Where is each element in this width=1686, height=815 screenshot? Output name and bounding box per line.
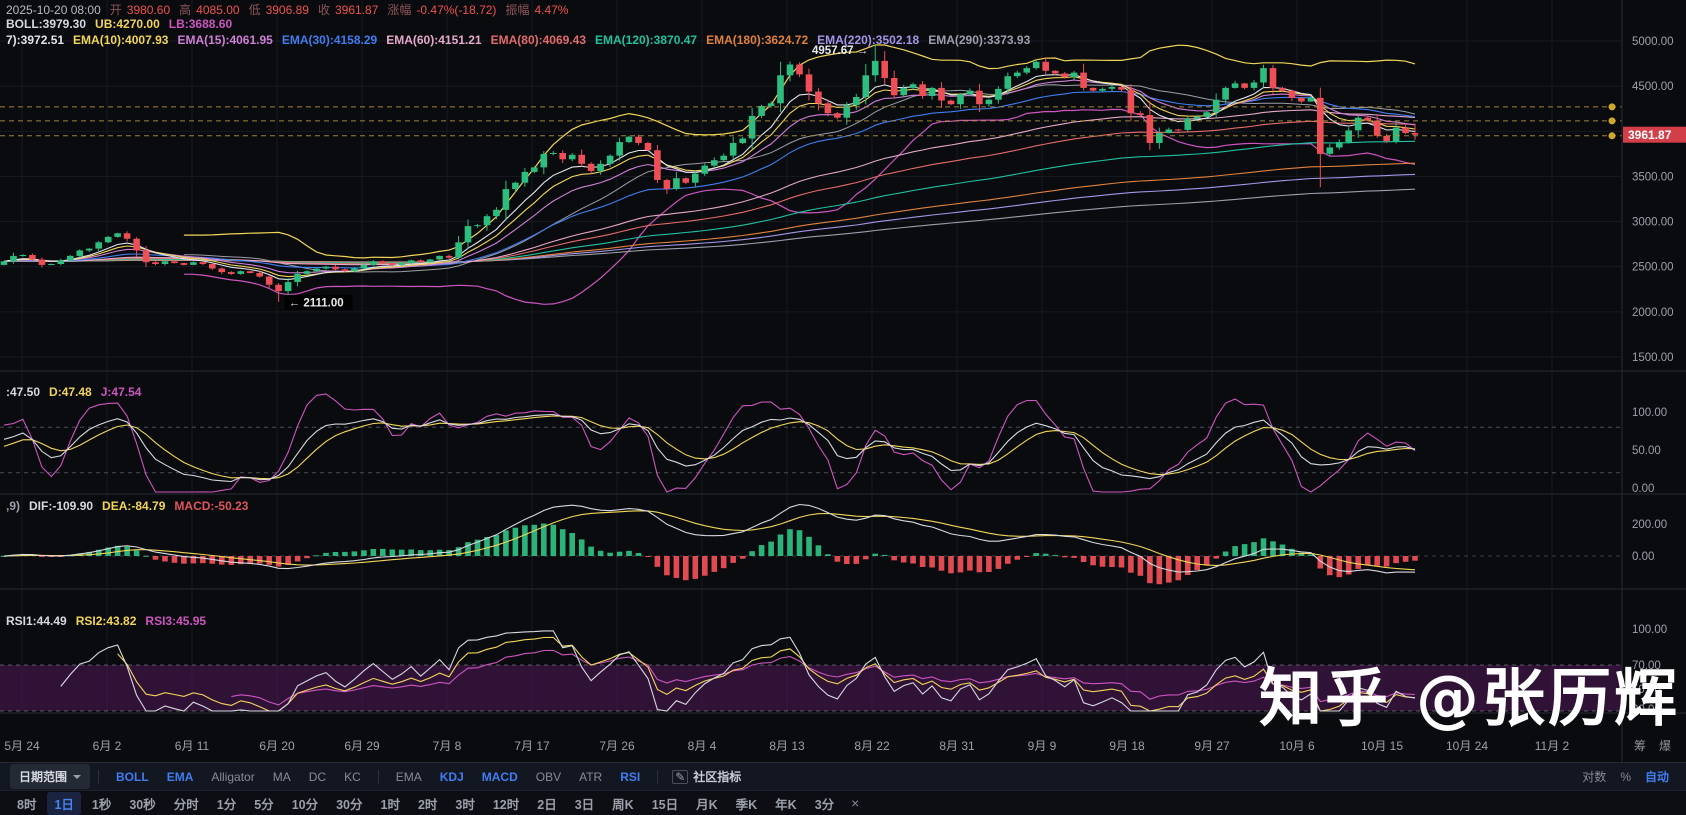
timeframe-bar: 8时1日1秒30秒分时1分5分10分30分1时2时3时12时2日3日周K15日月… — [0, 790, 1686, 815]
remove-interval-button[interactable]: × — [851, 795, 859, 811]
watermark: 知乎 @张历辉 — [1259, 648, 1680, 739]
scale-%[interactable]: % — [1620, 770, 1631, 784]
indicator-ema[interactable]: EMA — [167, 770, 194, 784]
svg-text:10月 24: 10月 24 — [1446, 739, 1488, 753]
svg-text:50.00: 50.00 — [1632, 445, 1661, 457]
svg-text:6月 2: 6月 2 — [93, 739, 122, 753]
timeframe-季K[interactable]: 季K — [729, 792, 765, 815]
time-axis[interactable]: 5月 24 6月 2 6月 11 6月 20 6月 29 7月 8 7月 17 7月 26 8月… — [4, 739, 1671, 753]
macd-pane — [0, 505, 1622, 585]
indicator-obv[interactable]: OBV — [536, 770, 561, 784]
timeframe-30秒[interactable]: 30秒 — [122, 792, 162, 815]
indicator-ma[interactable]: MA — [273, 770, 291, 784]
svg-text:4957.67 →: 4957.67 → — [812, 45, 868, 57]
chart-region[interactable]: 4957.67 →← 2111.005000.004500.004000.003… — [0, 0, 1686, 762]
timeframe-12时[interactable]: 12时 — [486, 792, 526, 815]
timeframe-3时[interactable]: 3时 — [448, 792, 481, 815]
svg-text:2000.00: 2000.00 — [1632, 307, 1674, 319]
indicator-rsi[interactable]: RSI — [620, 770, 640, 784]
svg-text:0.00: 0.00 — [1632, 483, 1654, 495]
svg-text:7月 17: 7月 17 — [514, 739, 550, 753]
svg-text:100.00: 100.00 — [1632, 407, 1667, 419]
svg-text:8月 13: 8月 13 — [769, 739, 805, 753]
indicator-toolbar: 日期范围 BOLL EMA Alligator MA DC KC EMA KDJ MACD OB… — [0, 762, 1686, 790]
svg-text:6月 11: 6月 11 — [175, 739, 210, 753]
alert-marker-icon — [1609, 132, 1616, 139]
timeframe-3日[interactable]: 3日 — [568, 792, 601, 815]
svg-text:3961.87: 3961.87 — [1628, 128, 1672, 142]
timeframe-1日[interactable]: 1日 — [47, 792, 80, 815]
timeframe-周K[interactable]: 周K — [605, 792, 641, 815]
svg-text:6月 20: 6月 20 — [259, 739, 295, 753]
divider — [378, 770, 379, 784]
svg-text:5月 24: 5月 24 — [4, 739, 40, 753]
scale-对数[interactable]: 对数 — [1582, 768, 1606, 785]
indicator-kdj[interactable]: KDJ — [440, 770, 464, 784]
date-range-label: 日期范围 — [19, 768, 67, 785]
svg-text:9月 18: 9月 18 — [1109, 739, 1145, 753]
svg-text:6月 29: 6月 29 — [344, 739, 380, 753]
timeframe-2时[interactable]: 2时 — [411, 792, 444, 815]
svg-text:3500.00: 3500.00 — [1632, 171, 1674, 183]
timeframe-3分[interactable]: 3分 — [808, 792, 841, 815]
svg-text:3000.00: 3000.00 — [1632, 217, 1674, 229]
svg-text:8月 4: 8月 4 — [688, 739, 717, 753]
indicator-dc[interactable]: DC — [309, 770, 326, 784]
edit-icon: ✎ — [672, 770, 688, 784]
timeframe-分时[interactable]: 分时 — [167, 792, 206, 815]
svg-text:9月 9: 9月 9 — [1028, 739, 1057, 753]
alert-marker-icon — [1609, 117, 1616, 124]
ema-lines — [4, 75, 1415, 280]
divider — [657, 770, 658, 784]
timeframe-10分[interactable]: 10分 — [285, 792, 325, 815]
svg-text:← 2111.00: ← 2111.00 — [289, 297, 344, 309]
alert-marker-icon — [1609, 103, 1616, 110]
svg-text:10月 6: 10月 6 — [1279, 739, 1315, 753]
timeframe-30分[interactable]: 30分 — [329, 792, 369, 815]
timeframe-年K[interactable]: 年K — [768, 792, 804, 815]
svg-text:200.00: 200.00 — [1632, 519, 1667, 531]
svg-text:11月 2: 11月 2 — [1535, 739, 1570, 753]
svg-text:0.00: 0.00 — [1632, 551, 1654, 563]
community-indicators-button[interactable]: ✎ 社区指标 — [672, 768, 741, 785]
community-indicators-label: 社区指标 — [693, 768, 741, 785]
timeframe-8时[interactable]: 8时 — [10, 792, 43, 815]
kdj-pane — [0, 394, 1622, 492]
date-range-button[interactable]: 日期范围 — [10, 764, 90, 789]
timeframe-2日[interactable]: 2日 — [530, 792, 563, 815]
timeframe-1秒[interactable]: 1秒 — [85, 792, 118, 815]
indicator-kc[interactable]: KC — [344, 770, 361, 784]
indicator-macd[interactable]: MACD — [482, 770, 518, 784]
timeframe-1分[interactable]: 1分 — [210, 792, 243, 815]
timeframe-15日[interactable]: 15日 — [645, 792, 685, 815]
price-axis[interactable]: 5000.004500.004000.003500.003000.002500.… — [1623, 36, 1686, 716]
divider — [98, 770, 99, 784]
svg-text:5000.00: 5000.00 — [1632, 36, 1674, 48]
scale-自动[interactable]: 自动 — [1645, 768, 1669, 785]
timeframe-月K[interactable]: 月K — [689, 792, 725, 815]
timeframe-5分[interactable]: 5分 — [247, 792, 280, 815]
indicator-ema[interactable]: EMA — [396, 770, 422, 784]
svg-text:筹: 筹 — [1634, 739, 1646, 753]
svg-text:10月 15: 10月 15 — [1361, 739, 1403, 753]
indicator-boll[interactable]: BOLL — [116, 770, 149, 784]
svg-text:7月 8: 7月 8 — [433, 739, 462, 753]
svg-text:1500.00: 1500.00 — [1632, 352, 1674, 364]
svg-text:爆: 爆 — [1659, 739, 1671, 753]
svg-text:9月 27: 9月 27 — [1194, 739, 1230, 753]
svg-text:8月 31: 8月 31 — [939, 739, 975, 753]
svg-text:7月 26: 7月 26 — [599, 739, 635, 753]
svg-text:100.00: 100.00 — [1632, 624, 1667, 636]
svg-text:8月 22: 8月 22 — [854, 739, 890, 753]
timeframe-1时[interactable]: 1时 — [374, 792, 407, 815]
svg-text:2500.00: 2500.00 — [1632, 262, 1674, 274]
chevron-down-icon — [73, 775, 81, 779]
indicator-atr[interactable]: ATR — [579, 770, 602, 784]
svg-text:4500.00: 4500.00 — [1632, 81, 1674, 93]
indicator-alligator[interactable]: Alligator — [211, 770, 254, 784]
